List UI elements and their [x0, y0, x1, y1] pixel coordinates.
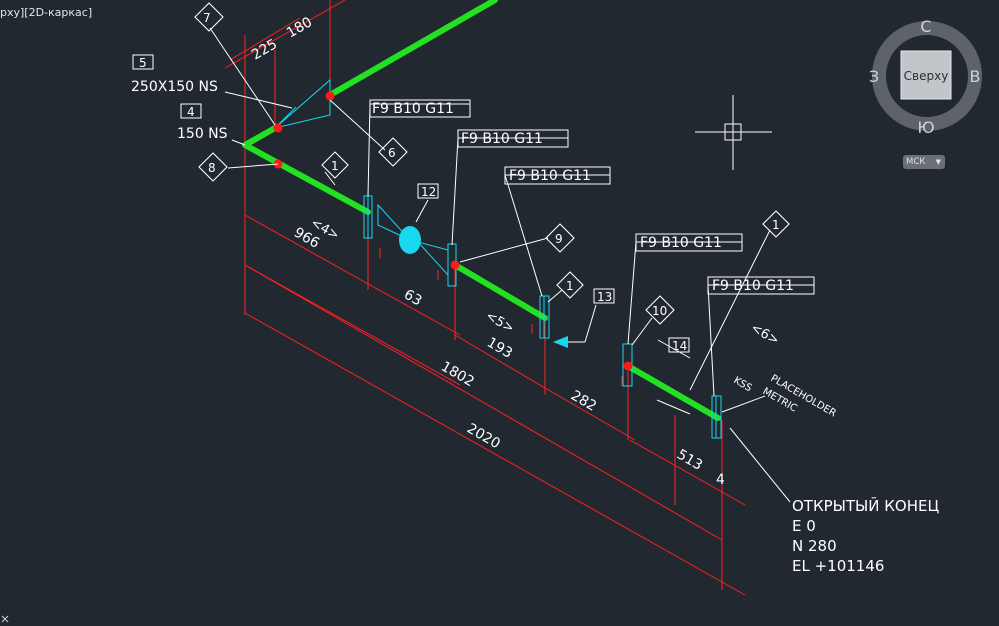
balloon-label: 9 [555, 232, 563, 246]
dimension-text: 1802 [438, 359, 477, 391]
balloon-label: 1 [566, 279, 574, 293]
pipe-route [242, 0, 721, 421]
ucs-icon [1, 615, 9, 623]
open-end-el: EL +101146 [792, 557, 884, 575]
balloon-label: 1 [331, 159, 339, 173]
open-end-e: E 0 [792, 517, 816, 535]
weld-tag: F9 B10 G11 [372, 101, 454, 117]
weld-tag-boxes [369, 99, 815, 295]
weld-tag: F9 B10 G11 [640, 235, 722, 251]
kss-label: KSS [732, 375, 754, 394]
spool-label: <5> [483, 308, 517, 336]
pipe-size-label: 150 NS [177, 126, 228, 142]
wcs-menu-button[interactable]: МСК ▼ [903, 155, 945, 169]
valve-icon [399, 226, 421, 254]
balloon-label: 8 [208, 161, 216, 175]
viewcube[interactable]: Сверху С Ю В З [869, 17, 982, 137]
chevron-down-icon: ▼ [935, 158, 941, 166]
wcs-label: МСК [906, 157, 926, 167]
weld-tag: F9 B10 G11 [509, 168, 591, 184]
compass-east[interactable]: В [970, 67, 981, 86]
balloon-label: 7 [203, 11, 211, 25]
open-end-n: N 280 [792, 537, 837, 555]
dimension-text: 4 [716, 472, 725, 488]
reducer-icon [274, 78, 331, 129]
balloon-label: 6 [388, 146, 396, 160]
open-end-title: ОТКРЫТЫЙ КОНЕЦ [792, 496, 939, 515]
balloon-label: 1 [772, 218, 780, 232]
leader-lines [209, 27, 814, 503]
reducer-size-label: 250X150 NS [131, 79, 218, 95]
arrow-icon [553, 336, 568, 348]
box-label: 12 [421, 185, 436, 199]
dimension-text: 513 [674, 447, 705, 474]
weld-tag: F9 B10 G11 [712, 278, 794, 294]
weld-tag: F9 B10 G11 [461, 131, 543, 147]
dimension-text: 63 [401, 287, 424, 310]
box-label: 13 [597, 290, 612, 304]
dimension-text: 193 [484, 335, 515, 362]
spool-label: <6> [748, 320, 782, 348]
balloon-label: 10 [652, 304, 667, 318]
box-label: 4 [187, 105, 195, 119]
compass-north[interactable]: С [920, 17, 931, 36]
dimension-text: 180 [284, 14, 315, 41]
viewcube-face-label: Сверху [904, 69, 949, 83]
box-label: 14 [672, 339, 687, 353]
drawing-canvas[interactable]: F9 B10 G11 F9 B10 G11 F9 B10 G11 F9 B10 … [0, 0, 999, 626]
compass-west[interactable]: З [869, 67, 879, 86]
compass-south[interactable]: Ю [917, 118, 934, 137]
crosshair-cursor [695, 95, 772, 170]
dimension-lines [224, 0, 746, 596]
box-label: 5 [139, 56, 147, 70]
